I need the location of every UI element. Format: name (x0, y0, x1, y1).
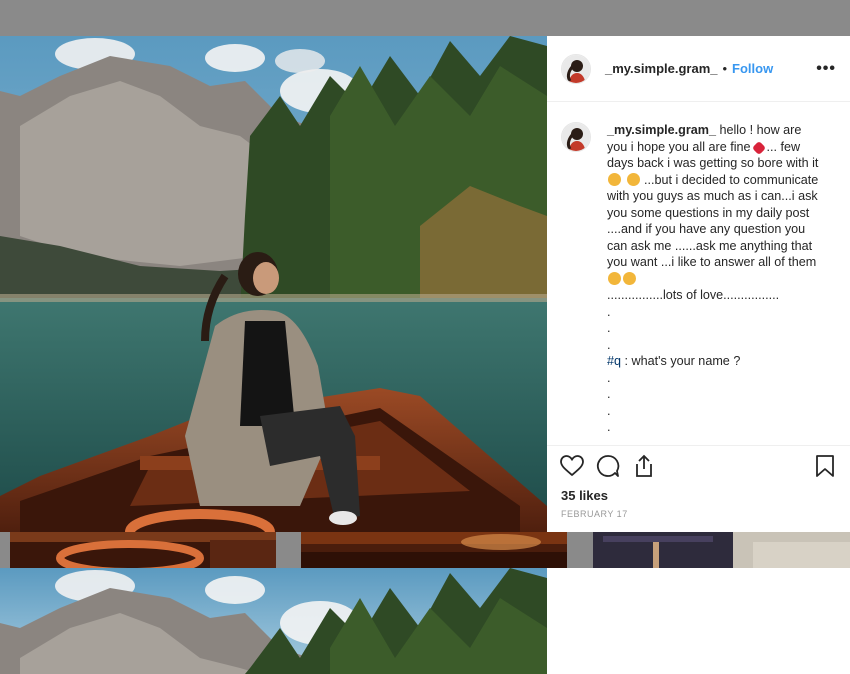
post-header: _my.simple.gram_ • Follow ••• (547, 36, 850, 102)
lake-boat-scene (0, 36, 547, 532)
post-author-username[interactable]: _my.simple.gram_ (605, 61, 717, 76)
caption-text: _my.simple.gram_ hello ! how are you i h… (607, 122, 825, 445)
kiss-emoji-icon (608, 271, 621, 285)
share-icon[interactable] (631, 453, 657, 479)
post-date: FEBRUARY 17 (561, 509, 628, 519)
caption-username[interactable]: _my.simple.gram_ (607, 123, 716, 137)
unamused-emoji-icon (608, 172, 621, 186)
caption-dot: . (607, 420, 611, 434)
caption-dot: . (607, 387, 611, 401)
caption-avatar[interactable] (561, 122, 591, 152)
caption-dot: . (607, 403, 611, 418)
backdrop-gap (567, 532, 593, 568)
caption-dot: . (607, 337, 611, 352)
unamused-emoji-icon (626, 172, 640, 186)
caption-dot: . (607, 304, 611, 319)
caption-dot: . (607, 370, 611, 385)
more-options-icon[interactable]: ••• (816, 60, 836, 78)
feed-thumbnail[interactable] (10, 532, 276, 568)
heart-emoji-icon (751, 140, 766, 155)
kiss-emojis (607, 271, 825, 288)
caption-line-2: ...but i decided to communicate with you… (607, 172, 819, 270)
caption-love-line: ................lots of love............… (607, 288, 780, 302)
post-details-panel: _my.simple.gram_ • Follow ••• _my.simple… (547, 36, 850, 532)
overlay-top-bar (0, 0, 850, 36)
empty-area (547, 568, 850, 674)
caption-question: : what's your name ? (621, 354, 741, 368)
feed-thumbnail[interactable] (301, 532, 567, 568)
separator-dot: • (722, 61, 728, 76)
backdrop-gap (276, 532, 301, 568)
likes-count[interactable]: 35 likes (547, 486, 850, 506)
kiss-emoji-icon (623, 271, 636, 285)
feed-thumbnail[interactable] (593, 532, 850, 568)
next-post-photo[interactable] (0, 568, 547, 674)
avatar[interactable] (561, 53, 591, 84)
caption-question-line: #q : what's your name ? (607, 353, 825, 370)
post-actions (547, 446, 850, 486)
heart-icon[interactable] (559, 453, 585, 479)
caption-dot: . (607, 321, 611, 335)
backdrop-gap (0, 532, 10, 568)
follow-button[interactable]: Follow (732, 61, 773, 76)
caption-section: _my.simple.gram_ hello ! how are you i h… (547, 102, 850, 446)
hashtag-link[interactable]: #q (607, 354, 621, 368)
bookmark-icon[interactable] (812, 453, 838, 479)
post-photo[interactable] (0, 36, 547, 532)
comment-icon[interactable] (595, 453, 621, 479)
